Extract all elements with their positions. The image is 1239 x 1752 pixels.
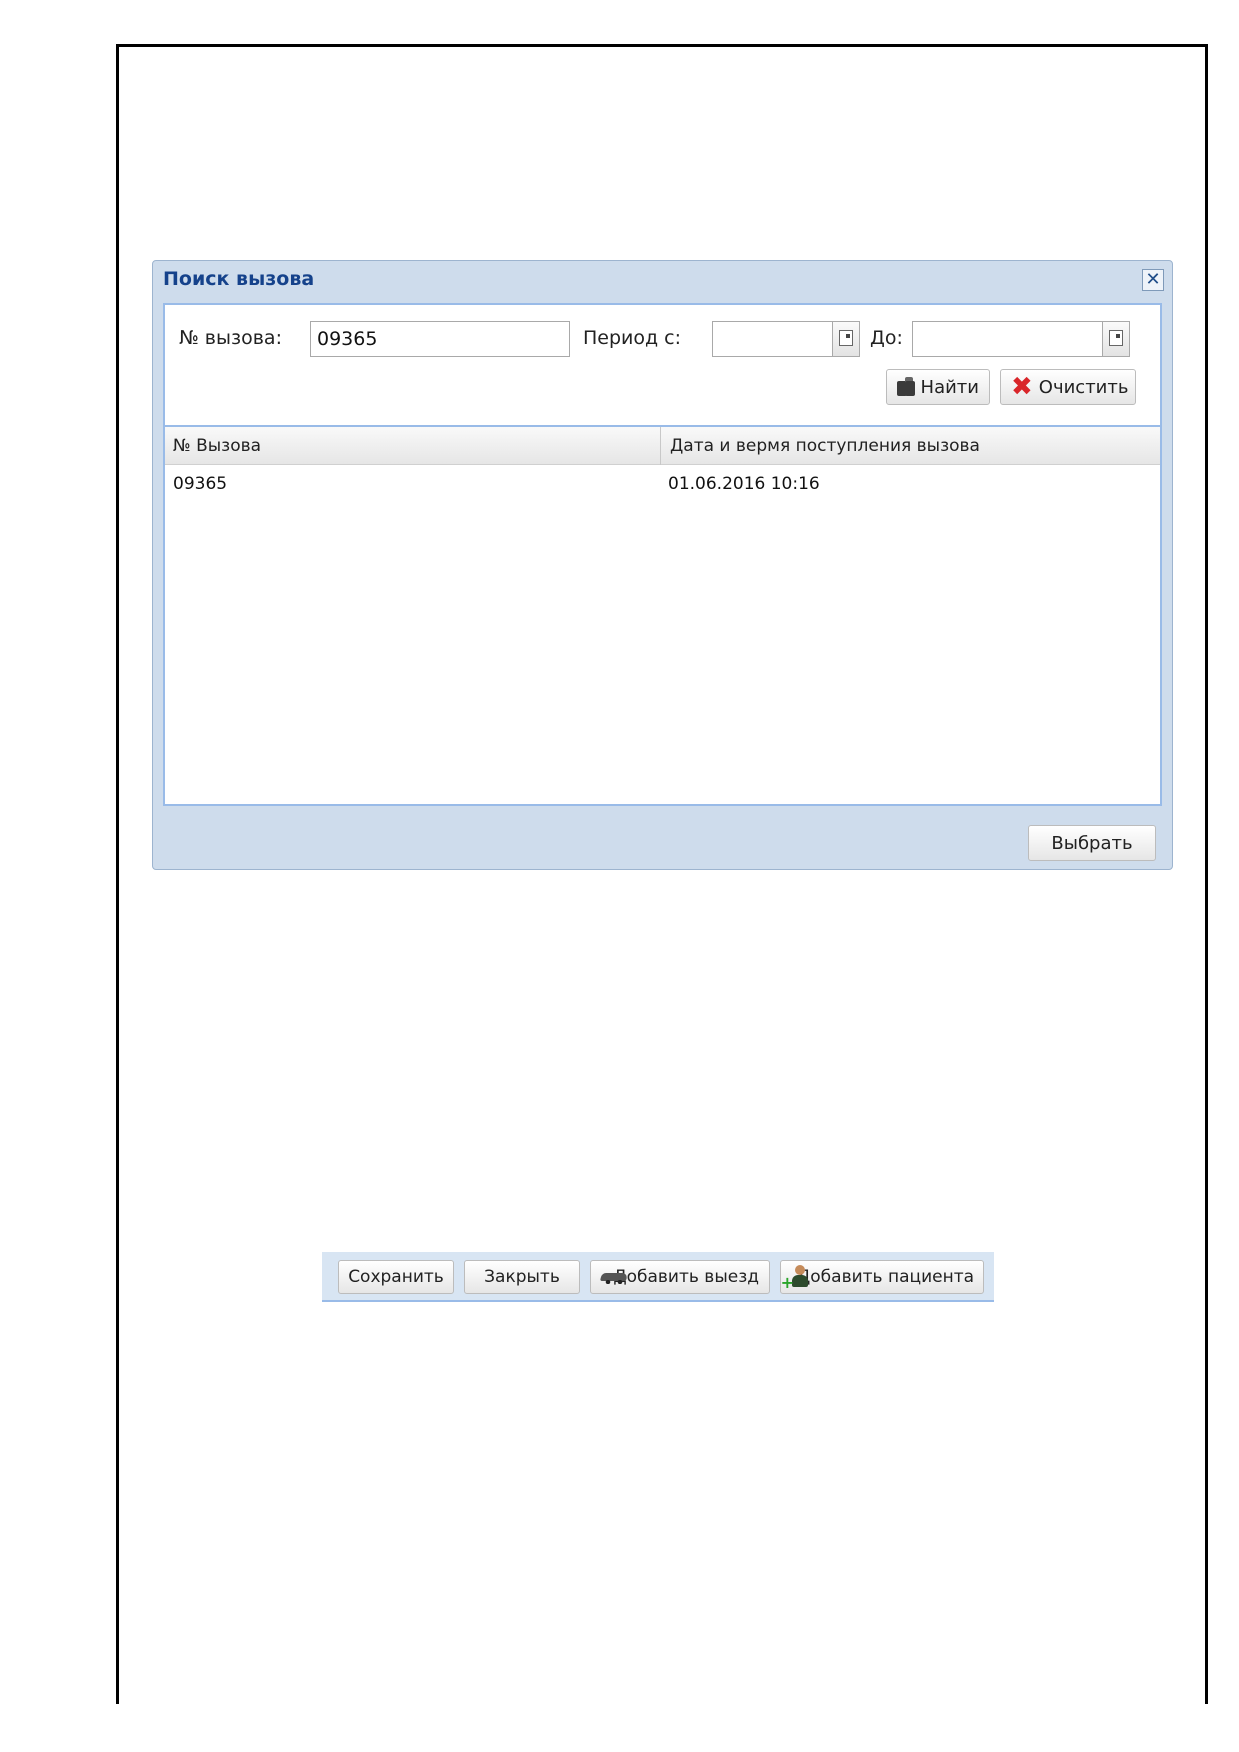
add-patient-button[interactable]: + Добавить пациента [780, 1260, 984, 1294]
close-icon: ✕ [1145, 269, 1161, 290]
binoculars-icon [897, 377, 915, 397]
red-x-icon: ✖ [1011, 372, 1033, 402]
grid-header: № Вызова Дата и вермя поступления вызова [165, 427, 1160, 465]
add-trip-button-label: Добавить выезд [613, 1267, 759, 1287]
calendar-icon [839, 330, 853, 346]
period-to-field [912, 321, 1130, 357]
find-button[interactable]: Найти [886, 369, 990, 405]
clear-button-label: Очистить [1038, 376, 1129, 398]
call-search-dialog: Поиск вызова ✕ № вызова: Период с: До: Н… [152, 260, 1173, 870]
add-patient-button-label: Добавить пациента [797, 1267, 975, 1287]
period-to-input[interactable] [912, 321, 1103, 357]
period-from-calendar-button[interactable] [832, 321, 860, 357]
save-button[interactable]: Сохранить [338, 1260, 454, 1294]
period-from-label: Период с: [583, 327, 682, 349]
period-to-calendar-button[interactable] [1102, 321, 1130, 357]
close-form-button[interactable]: Закрыть [464, 1260, 580, 1294]
period-to-label: До: [870, 327, 903, 349]
find-button-label: Найти [920, 376, 979, 398]
add-trip-button[interactable]: Добавить выезд [590, 1260, 770, 1294]
cell-call-number: 09365 [173, 474, 228, 494]
column-header-received-at[interactable]: Дата и вермя поступления вызова [670, 436, 980, 456]
table-row[interactable]: 09365 01.06.2016 10:16 [165, 467, 1160, 501]
car-icon [601, 1270, 625, 1284]
column-header-call-number[interactable]: № Вызова [173, 436, 261, 456]
close-form-button-label: Закрыть [484, 1267, 560, 1287]
dialog-title: Поиск вызова [163, 268, 315, 290]
dialog-body: № вызова: Период с: До: Найти ✖ Очистить [163, 303, 1162, 806]
call-number-label: № вызова: [179, 327, 282, 349]
call-number-input[interactable] [310, 321, 570, 357]
column-divider[interactable] [660, 427, 661, 465]
calendar-icon [1109, 330, 1123, 346]
period-from-field [712, 321, 860, 357]
clear-button[interactable]: ✖ Очистить [1000, 369, 1136, 405]
save-button-label: Сохранить [348, 1267, 444, 1287]
select-button-label: Выбрать [1051, 832, 1133, 854]
close-button[interactable]: ✕ [1142, 269, 1164, 291]
bottom-toolbar: Сохранить Закрыть Добавить выезд + Добав… [322, 1252, 994, 1302]
cell-received-at: 01.06.2016 10:16 [668, 474, 820, 494]
select-button[interactable]: Выбрать [1028, 825, 1156, 861]
period-from-input[interactable] [712, 321, 833, 357]
